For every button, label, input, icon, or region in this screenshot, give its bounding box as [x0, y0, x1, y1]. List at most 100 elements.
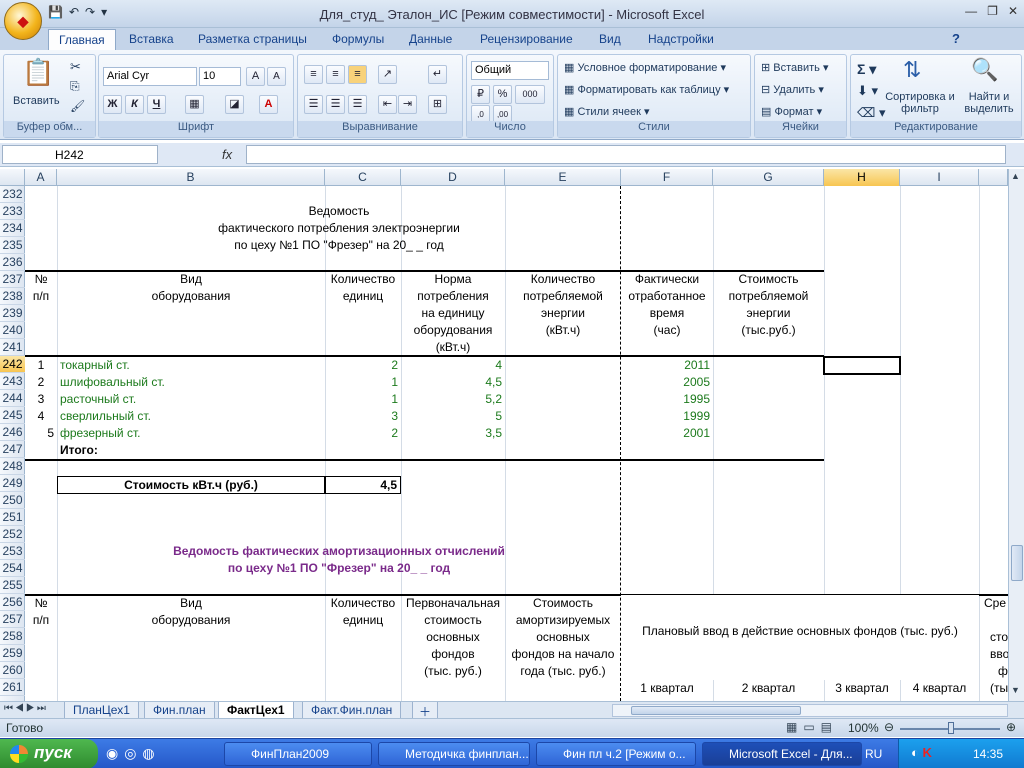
- borders-icon[interactable]: ▦: [185, 95, 204, 114]
- zoom-slider-thumb[interactable]: [948, 722, 954, 734]
- row-time[interactable]: 1995: [621, 391, 713, 408]
- row-header[interactable]: 246: [0, 424, 25, 441]
- row-norm[interactable]: 5,2: [401, 391, 505, 408]
- taskbar-item-manual[interactable]: Методичка финплан...: [378, 742, 530, 766]
- row-header[interactable]: 240: [0, 322, 25, 339]
- row-header[interactable]: 250: [0, 492, 25, 509]
- font-name-select[interactable]: Arial Cyr: [103, 67, 197, 86]
- shrink-font-icon[interactable]: A: [267, 67, 286, 86]
- row-header[interactable]: 237: [0, 271, 25, 288]
- spreadsheet-grid[interactable]: A B C D E F G H I 232 233 234 235 236 23…: [0, 169, 1024, 701]
- row-header[interactable]: 238: [0, 288, 25, 305]
- grow-font-icon[interactable]: A: [246, 67, 265, 86]
- formula-input[interactable]: [246, 145, 1006, 164]
- increase-indent-icon[interactable]: ⇥: [398, 95, 417, 114]
- cost-per-kwh-value[interactable]: 4,5: [325, 476, 401, 494]
- horizontal-scrollbar[interactable]: [612, 704, 1008, 717]
- row-name[interactable]: расточный ст.: [60, 391, 325, 408]
- bold-button[interactable]: Ж: [103, 95, 122, 114]
- tray-app-icons[interactable]: ◐ K: [911, 745, 932, 760]
- delete-cells-button[interactable]: ⊟ Удалить ▾: [761, 83, 824, 96]
- italic-button[interactable]: К: [125, 95, 144, 114]
- row-name[interactable]: шлифовальный ст.: [60, 374, 325, 391]
- vertical-scrollbar[interactable]: ▲ ▼: [1008, 169, 1024, 701]
- scroll-up-icon[interactable]: ▲: [1011, 171, 1020, 181]
- row-header[interactable]: 251: [0, 509, 25, 526]
- row-header[interactable]: 259: [0, 645, 25, 662]
- insert-function-button[interactable]: fx: [222, 147, 232, 162]
- row-header[interactable]: 234: [0, 220, 25, 237]
- sheet-tab-finplan[interactable]: Фин.план: [144, 702, 215, 719]
- sheet-tab-fact[interactable]: ФактЦех1: [218, 702, 294, 719]
- tab-data[interactable]: Данные: [399, 31, 462, 47]
- tab-addins[interactable]: Надстройки: [638, 31, 724, 47]
- align-center-icon[interactable]: ☰: [326, 95, 345, 114]
- tab-formulas[interactable]: Формулы: [322, 31, 394, 47]
- close-icon[interactable]: ✕: [1008, 4, 1018, 18]
- row-header[interactable]: 235: [0, 237, 25, 254]
- row-header[interactable]: 248: [0, 458, 25, 475]
- row-header[interactable]: 232: [0, 186, 25, 203]
- row-time[interactable]: 1999: [621, 408, 713, 425]
- column-header-f[interactable]: F: [621, 169, 713, 186]
- cut-icon[interactable]: ✂: [70, 59, 81, 75]
- row-header[interactable]: 255: [0, 577, 25, 594]
- zoom-level[interactable]: 100%: [848, 721, 879, 735]
- column-header-c[interactable]: C: [325, 169, 401, 186]
- row-qty[interactable]: 1: [325, 391, 401, 408]
- column-header-d[interactable]: D: [401, 169, 505, 186]
- orientation-icon[interactable]: ↗: [378, 65, 397, 84]
- conditional-formatting-button[interactable]: ▦ Условное форматирование ▾: [564, 61, 726, 74]
- fill-color-icon[interactable]: ◪: [225, 95, 244, 114]
- row-header[interactable]: 261: [0, 679, 25, 696]
- align-middle-icon[interactable]: ≡: [326, 65, 345, 84]
- help-icon[interactable]: ?: [952, 31, 960, 46]
- horizontal-scroll-thumb[interactable]: [631, 706, 801, 715]
- column-header-e[interactable]: E: [505, 169, 621, 186]
- sort-filter-button[interactable]: Сортировка и фильтр: [885, 91, 955, 115]
- row-header[interactable]: 249: [0, 475, 25, 492]
- insert-cells-button[interactable]: ⊞ Вставить ▾: [761, 61, 829, 74]
- row-header[interactable]: 256: [0, 594, 25, 611]
- row-no[interactable]: 1: [25, 357, 57, 374]
- row-time[interactable]: 2011: [621, 357, 713, 374]
- row-norm[interactable]: 5: [401, 408, 505, 425]
- row-no[interactable]: 3: [25, 391, 57, 408]
- vertical-scroll-thumb[interactable]: [1011, 545, 1023, 581]
- row-header[interactable]: 236: [0, 254, 25, 271]
- find-select-icon[interactable]: 🔍: [971, 57, 998, 83]
- column-header-h[interactable]: H: [824, 169, 900, 186]
- format-as-table-button[interactable]: ▦ Форматировать как таблицу ▾: [564, 83, 729, 96]
- view-mode-icons[interactable]: ▦▭▤: [786, 720, 838, 734]
- column-header-b[interactable]: B: [57, 169, 325, 186]
- row-header[interactable]: 260: [0, 662, 25, 679]
- sheet-nav-icons[interactable]: ⏮◀▶⏭: [4, 703, 48, 714]
- antivirus-icon[interactable]: K: [922, 745, 931, 760]
- decrease-indent-icon[interactable]: ⇤: [378, 95, 397, 114]
- row-name[interactable]: токарный ст.: [60, 357, 325, 374]
- number-format-select[interactable]: Общий: [471, 61, 549, 80]
- underline-button[interactable]: Ч: [147, 95, 166, 114]
- row-norm[interactable]: 3,5: [401, 425, 505, 442]
- row-header[interactable]: 247: [0, 441, 25, 458]
- row-name[interactable]: сверлильный ст.: [60, 408, 325, 425]
- row-norm[interactable]: 4: [401, 357, 505, 374]
- row-header[interactable]: 257: [0, 611, 25, 628]
- row-norm[interactable]: 4,5: [401, 374, 505, 391]
- tab-home[interactable]: Главная: [48, 29, 116, 50]
- zoom-in-icon[interactable]: ⊕: [1006, 720, 1016, 734]
- currency-format-icon[interactable]: ₽: [471, 85, 490, 104]
- row-header[interactable]: 242: [0, 356, 25, 373]
- percent-format-icon[interactable]: %: [493, 85, 512, 104]
- find-select-button[interactable]: Найти и выделить: [959, 91, 1019, 115]
- format-painter-icon[interactable]: 🖌: [70, 99, 85, 113]
- align-right-icon[interactable]: ☰: [348, 95, 367, 114]
- row-header[interactable]: 245: [0, 407, 25, 424]
- sheet-tab-factfin[interactable]: Факт.Фин.план: [302, 702, 402, 719]
- row-time[interactable]: 2005: [621, 374, 713, 391]
- row-qty[interactable]: 2: [325, 425, 401, 442]
- row-header[interactable]: 239: [0, 305, 25, 322]
- merge-center-icon[interactable]: ⊞: [428, 95, 447, 114]
- quick-launch-icons[interactable]: ◉◎◍: [106, 745, 161, 762]
- row-header[interactable]: 233: [0, 203, 25, 220]
